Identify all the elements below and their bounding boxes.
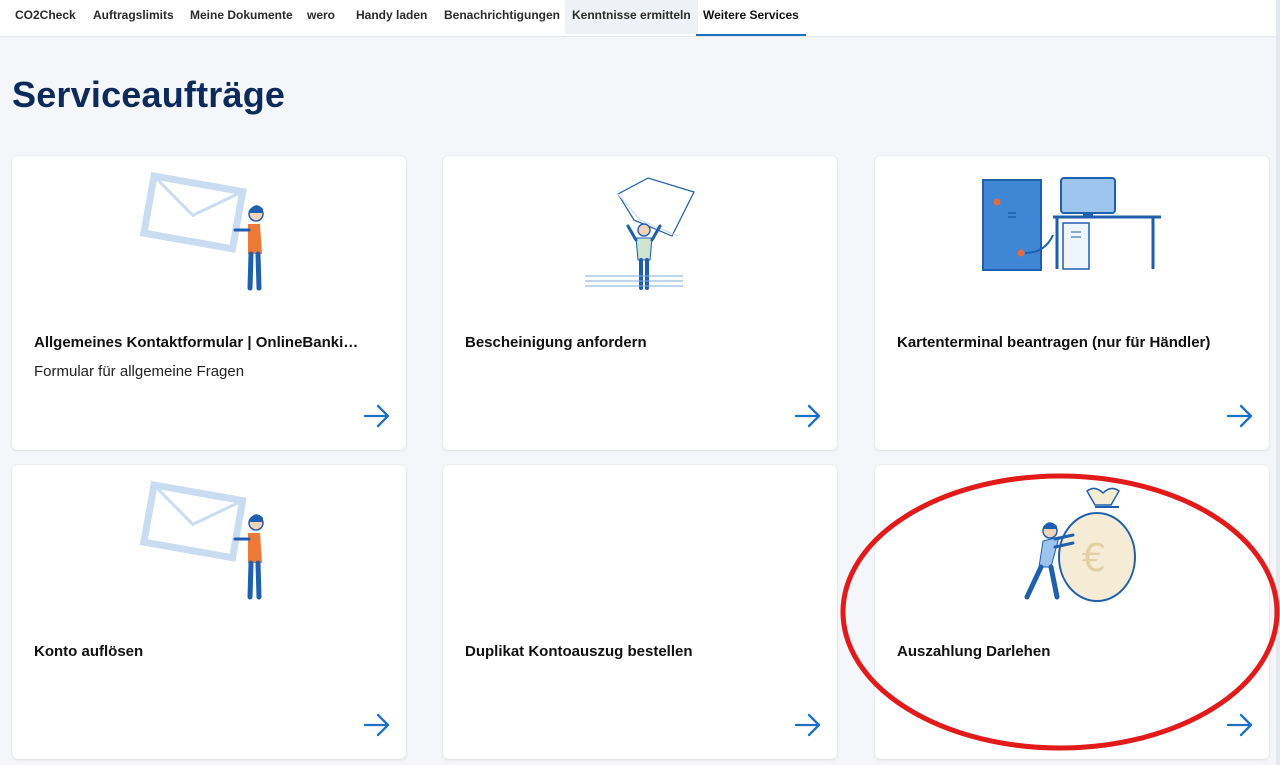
tab-weitere-services[interactable]: Weitere Services [696,0,806,36]
tab-wero[interactable]: wero [300,0,342,34]
service-card-konto-aufloesen[interactable]: Konto auflösen [12,465,406,759]
document-person-illustration [585,177,695,290]
card-title: Bescheinigung anfordern [465,334,647,351]
service-card-bescheinigung[interactable]: Bescheinigung anfordern [443,156,837,450]
arrow-right-icon[interactable] [362,713,392,737]
arrow-right-icon[interactable] [1225,404,1255,428]
service-card-auszahlung-darlehen[interactable]: € Auszahlung Darlehen [875,465,1269,759]
card-title: Auszahlung Darlehen [897,643,1051,660]
tab-meine-dokumente[interactable]: Meine Dokumente [183,0,300,34]
envelope-person-illustration [139,171,264,291]
card-title: Allgemeines Kontaktformular | OnlineBank… [34,334,364,351]
envelope-person-illustration [139,480,264,600]
card-title: Konto auflösen [34,643,144,660]
tab-kenntnisse-ermitteln[interactable]: Kenntnisse ermitteln [565,0,698,34]
computer-desk-illustration [982,177,1161,271]
arrow-right-icon[interactable] [793,404,823,428]
tab-co2check[interactable]: CO2Check [8,0,83,34]
arrow-right-icon[interactable] [793,713,823,737]
page-title: Serviceaufträge [12,74,286,115]
tab-benachrichtigungen[interactable]: Benachrichtigungen [437,0,567,34]
arrow-right-icon[interactable] [362,404,392,428]
card-title: Kartenterminal beantragen (nur für Händl… [897,334,1211,351]
card-title: Duplikat Kontoauszug bestellen [465,643,693,660]
service-card-kontaktformular[interactable]: Allgemeines Kontaktformular | OnlineBank… [12,156,406,450]
tab-auftragslimits[interactable]: Auftragslimits [86,0,181,34]
tab-handy-laden[interactable]: Handy laden [349,0,434,34]
page-scrollbar[interactable] [1276,0,1280,765]
money-bag-person-illustration: € [1024,487,1136,602]
arrow-right-icon[interactable] [1225,713,1255,737]
service-card-duplikat-kontoauszug[interactable]: Duplikat Kontoauszug bestellen [443,465,837,759]
top-navigation: CO2Check Auftragslimits Meine Dokumente … [0,0,1276,37]
service-card-kartenterminal[interactable]: Kartenterminal beantragen (nur für Händl… [875,156,1269,450]
svg-text:€: € [1082,536,1106,580]
card-subtitle: Formular für allgemeine Fragen [34,363,245,380]
